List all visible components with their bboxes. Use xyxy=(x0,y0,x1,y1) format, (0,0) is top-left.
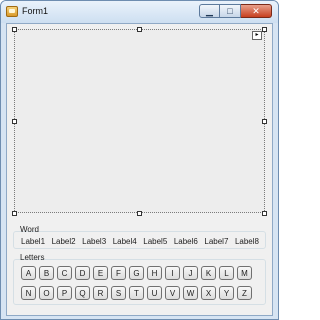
letter-button-t[interactable]: T xyxy=(129,286,144,300)
app-icon[interactable] xyxy=(6,6,18,17)
word-group-label: Word xyxy=(20,225,39,234)
resize-handle-top-right[interactable] xyxy=(262,27,267,32)
letter-button-p[interactable]: P xyxy=(57,286,72,300)
letter-button-b[interactable]: B xyxy=(39,266,54,280)
letter-button-j[interactable]: J xyxy=(183,266,198,280)
word-label: Label6 xyxy=(173,237,198,246)
word-label: Label8 xyxy=(234,237,259,246)
word-label: Label3 xyxy=(82,237,107,246)
letter-button-v[interactable]: V xyxy=(165,286,180,300)
letter-button-z[interactable]: Z xyxy=(237,286,252,300)
word-label: Label2 xyxy=(51,237,76,246)
word-label: Label4 xyxy=(112,237,137,246)
word-label: Label7 xyxy=(204,237,229,246)
letters-group-label: Letters xyxy=(20,253,45,262)
letter-button-e[interactable]: E xyxy=(93,266,108,280)
minimize-button[interactable]: ▁ xyxy=(199,4,220,18)
title-bar[interactable]: Form1 ▁ □ ✕ xyxy=(1,1,278,23)
letter-button-l[interactable]: L xyxy=(219,266,234,280)
resize-handle-right[interactable] xyxy=(262,119,267,124)
letter-button-g[interactable]: G xyxy=(129,266,144,280)
minimize-icon: ▁ xyxy=(206,5,213,16)
resize-handle-bottom-right[interactable] xyxy=(262,211,267,216)
letter-button-c[interactable]: C xyxy=(57,266,72,280)
letter-button-s[interactable]: S xyxy=(111,286,126,300)
form-window: Form1 ▁ □ ✕ ▸ Word Label1 Label2 Label3 … xyxy=(0,0,279,320)
letter-button-q[interactable]: Q xyxy=(75,286,90,300)
letter-button-o[interactable]: O xyxy=(39,286,54,300)
maximize-button[interactable]: □ xyxy=(220,4,241,18)
letter-button-y[interactable]: Y xyxy=(219,286,234,300)
smart-tag-icon[interactable]: ▸ xyxy=(252,31,262,40)
letter-button-n[interactable]: N xyxy=(21,286,36,300)
letter-button-m[interactable]: M xyxy=(237,266,252,280)
resize-handle-top[interactable] xyxy=(137,27,142,32)
resize-handle-top-left[interactable] xyxy=(12,27,17,32)
letter-button-h[interactable]: H xyxy=(147,266,162,280)
letter-button-w[interactable]: W xyxy=(183,286,198,300)
close-icon: ✕ xyxy=(252,5,260,16)
window-title: Form1 xyxy=(22,6,49,16)
letters-row-2: N O P Q R S T U V W X Y Z xyxy=(21,286,252,300)
resize-handle-bottom[interactable] xyxy=(137,211,142,216)
letter-button-d[interactable]: D xyxy=(75,266,90,280)
word-label: Label1 xyxy=(21,237,46,246)
resize-handle-left[interactable] xyxy=(12,119,17,124)
letter-button-i[interactable]: I xyxy=(165,266,180,280)
selected-panel[interactable]: ▸ xyxy=(14,29,265,213)
word-label: Label5 xyxy=(143,237,168,246)
word-labels: Label1 Label2 Label3 Label4 Label5 Label… xyxy=(21,237,259,246)
letter-button-a[interactable]: A xyxy=(21,266,36,280)
letter-button-f[interactable]: F xyxy=(111,266,126,280)
close-button[interactable]: ✕ xyxy=(241,4,272,18)
resize-handle-bottom-left[interactable] xyxy=(12,211,17,216)
letters-row-1: A B C D E F G H I J K L M xyxy=(21,266,252,280)
letter-button-k[interactable]: K xyxy=(201,266,216,280)
maximize-icon: □ xyxy=(227,5,233,16)
letter-button-u[interactable]: U xyxy=(147,286,162,300)
window-controls: ▁ □ ✕ xyxy=(199,4,272,18)
letter-button-r[interactable]: R xyxy=(93,286,108,300)
letter-button-x[interactable]: X xyxy=(201,286,216,300)
